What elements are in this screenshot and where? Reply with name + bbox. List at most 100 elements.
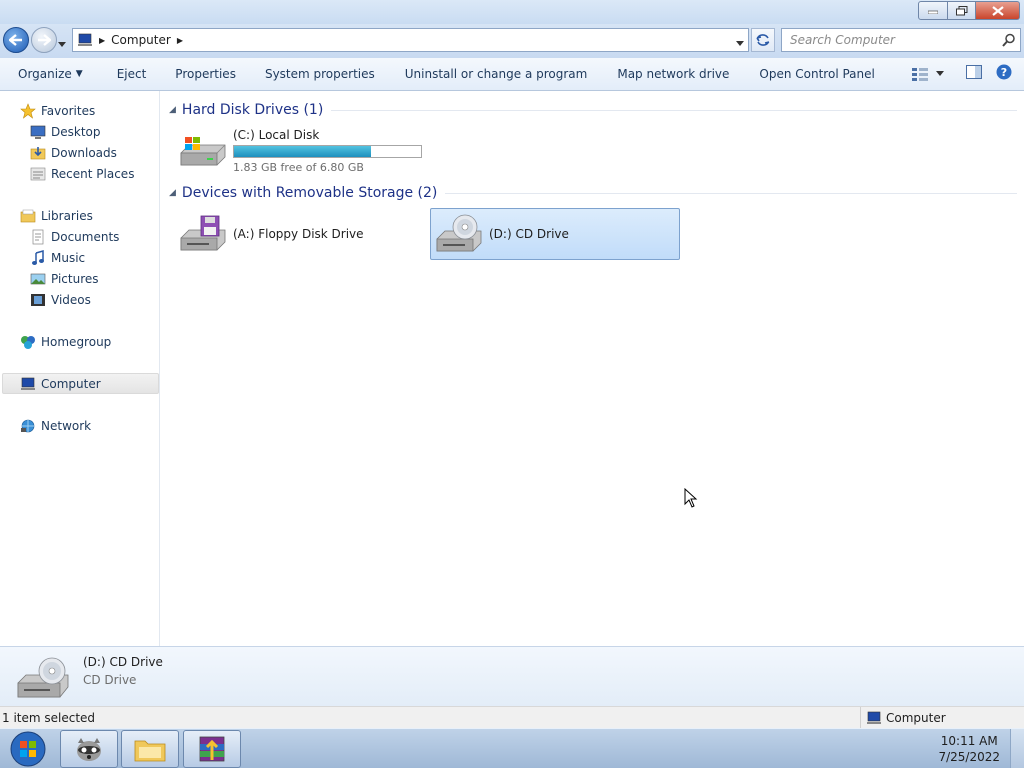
uninstall-program-label: Uninstall or change a program [404,67,588,81]
breadcrumb-arrow-icon[interactable]: ▶ [99,36,105,45]
music-icon [32,249,44,265]
nav-network-label: Network [41,418,92,433]
group-header-hard-disk-drives[interactable]: ◢ Hard Disk Drives (1) [169,100,1017,120]
help-button[interactable]: ? [996,64,1012,83]
nav-documents-label: Documents [51,229,120,244]
drive-c-capacity-bar [233,145,422,158]
taskbar-app-winrar[interactable] [183,730,241,768]
restore-icon [955,5,967,15]
drive-c-capacity-fill [234,146,371,157]
forward-button[interactable] [31,27,57,53]
hard-drive-windows-icon [180,137,226,166]
refresh-icon [756,34,770,46]
nav-pictures[interactable]: Pictures [30,269,99,288]
command-bar: Organize ▼ Eject Properties System proper… [0,58,1024,91]
properties-button[interactable]: Properties [161,67,251,81]
nav-network[interactable]: Network [20,416,91,435]
preview-pane-button[interactable] [966,65,982,82]
properties-label: Properties [175,67,236,81]
start-button[interactable] [4,730,52,768]
nav-libraries[interactable]: Libraries [20,206,93,225]
preview-pane-icon [966,65,982,79]
system-clock[interactable]: 10:11 AM 7/25/2022 [938,733,1000,765]
search-box[interactable] [781,28,1021,52]
taskbar: 10:11 AM 7/25/2022 [0,728,1024,768]
nav-desktop[interactable]: Desktop [30,122,101,141]
recent-pages-dropdown[interactable] [58,36,66,50]
nav-music-label: Music [51,250,86,265]
organize-button[interactable]: Organize ▼ [0,67,98,81]
floppy-drive-icon [180,215,226,251]
change-view-button[interactable] [912,67,944,81]
drive-d-cd[interactable]: (D:) CD Drive [430,208,680,260]
nav-favorites-label: Favorites [41,103,96,118]
status-location-label: Computer [886,710,946,725]
uninstall-program-button[interactable]: Uninstall or change a program [390,67,603,81]
chevron-down-icon [58,42,66,47]
drive-c-name: (C:) Local Disk [233,128,320,142]
nav-downloads[interactable]: Downloads [30,143,117,162]
close-button[interactable] [976,1,1020,20]
status-selection-count: 1 item selected [2,711,96,725]
drive-c-free-space: 1.83 GB free of 6.80 GB [233,161,364,174]
drive-c-local-disk[interactable]: (C:) Local Disk 1.83 GB free of 6.80 GB [179,127,427,175]
file-list[interactable]: ◢ Hard Disk Drives (1) (C:) Local Disk 1… [161,91,1024,646]
restore-button[interactable] [948,1,976,20]
clock-time: 10:11 AM [940,734,998,748]
taskbar-app-explorer[interactable] [121,730,179,768]
nav-videos[interactable]: Videos [30,290,91,309]
libraries-icon [20,209,36,222]
collapse-triangle-icon[interactable]: ◢ [169,105,176,115]
address-row: ▶ Computer ▶ [0,24,1024,58]
search-icon[interactable] [1002,33,1016,47]
star-icon [20,102,36,119]
chevron-down-icon: ▼ [75,69,83,79]
show-desktop-button[interactable] [1010,729,1024,768]
help-icon: ? [996,64,1012,80]
drive-a-floppy[interactable]: (A:) Floppy Disk Drive [179,209,429,259]
open-control-panel-button[interactable]: Open Control Panel [744,67,889,81]
nav-music[interactable]: Music [30,248,85,267]
open-control-panel-label: Open Control Panel [759,67,875,81]
homegroup-icon [21,335,35,349]
details-item-type: CD Drive [83,673,137,687]
refresh-button[interactable] [751,28,775,52]
eject-button[interactable]: Eject [98,67,162,81]
chevron-down-icon [736,41,744,46]
address-bar[interactable]: ▶ Computer ▶ [72,28,749,52]
desktop-icon [30,125,46,139]
nav-homegroup[interactable]: Homegroup [20,332,111,351]
group-divider [445,192,1017,194]
back-button[interactable] [3,27,29,53]
map-network-drive-button[interactable]: Map network drive [602,67,744,81]
downloads-folder-icon [30,146,46,159]
nav-computer[interactable]: Computer [20,374,101,393]
address-history-dropdown[interactable] [736,35,744,49]
svg-text:?: ? [1001,66,1007,79]
computer-icon [21,377,35,390]
documents-icon [32,229,44,244]
nav-desktop-label: Desktop [51,124,101,139]
system-properties-button[interactable]: System properties [251,67,390,81]
minimize-button[interactable] [918,1,948,20]
archive-app-icon [199,736,225,762]
taskbar-app-raccoon[interactable] [60,730,118,768]
clock-date: 7/25/2022 [938,750,1000,764]
nav-homegroup-label: Homegroup [41,334,112,349]
search-input[interactable] [790,33,1000,47]
group-header-removable-storage[interactable]: ◢ Devices with Removable Storage (2) [169,183,1017,203]
nav-favorites[interactable]: Favorites [20,101,95,120]
nav-documents[interactable]: Documents [30,227,119,246]
breadcrumb-computer[interactable]: Computer [111,33,171,47]
computer-icon [78,33,92,46]
collapse-triangle-icon[interactable]: ◢ [169,188,176,198]
nav-recent-places[interactable]: Recent Places [30,164,134,183]
nav-videos-label: Videos [51,292,91,307]
folder-icon [134,740,166,762]
cd-drive-icon [436,214,482,252]
title-bar [0,0,1024,24]
drive-d-name: (D:) CD Drive [489,227,569,241]
nav-libraries-label: Libraries [41,208,93,223]
breadcrumb-arrow-icon[interactable]: ▶ [177,36,183,45]
cd-drive-icon [17,657,69,698]
